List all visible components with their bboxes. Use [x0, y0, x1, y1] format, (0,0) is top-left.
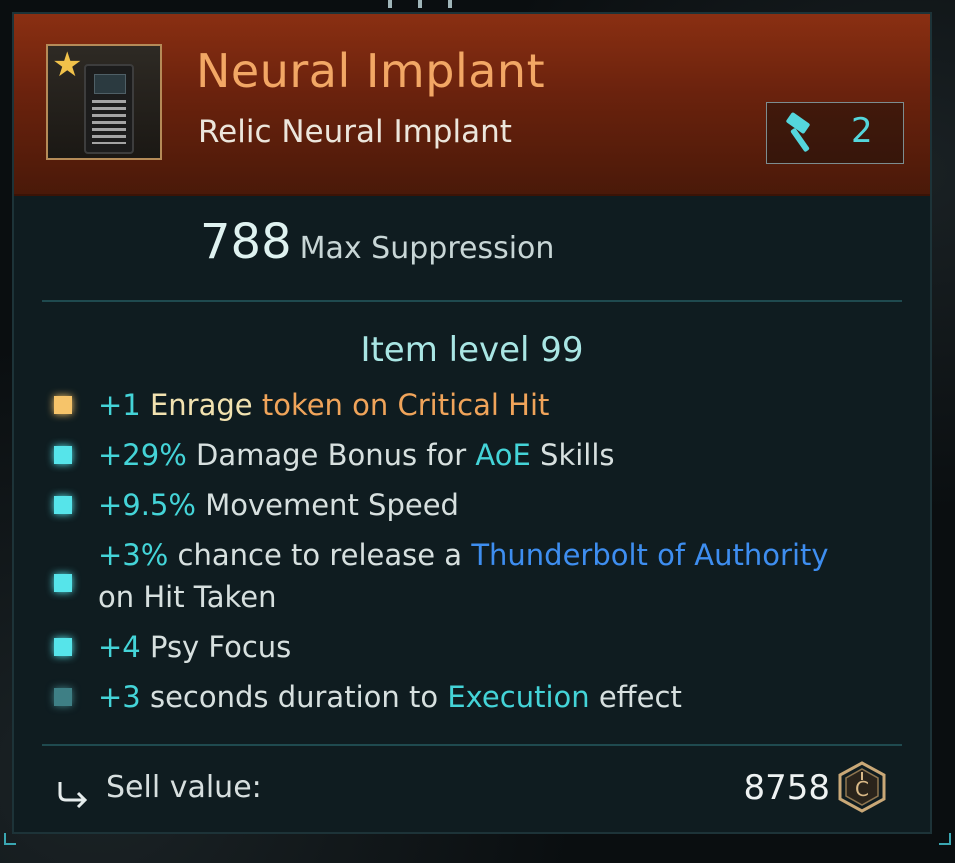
tooltip-header: ★ Neural Implant Relic Neural Implant 2	[14, 14, 930, 196]
neural-implant-icon	[84, 64, 134, 154]
affix-line: +3% chance to release a Thunderbolt of A…	[98, 538, 829, 572]
top-tick-mark	[448, 0, 452, 8]
item-icon-frame: ★	[46, 44, 162, 160]
sell-arrow-icon	[58, 782, 88, 808]
affix-line-continued: on Hit Taken	[98, 580, 277, 614]
affix-line: +29% Damage Bonus for AoE Skills	[98, 438, 615, 472]
primary-stat-value: 788	[200, 214, 292, 270]
affix-line: +3 seconds duration to Execution effect	[98, 680, 682, 714]
svg-text:C: C	[855, 777, 869, 801]
affix-bullet-icon	[54, 638, 72, 656]
sell-value: 8758	[743, 768, 830, 808]
affix-line: +4 Psy Focus	[98, 630, 292, 664]
top-tick-mark	[418, 0, 422, 8]
item-subtitle: Relic Neural Implant	[198, 114, 512, 150]
sell-value-label: Sell value:	[106, 770, 262, 805]
primary-stat-label: Max Suppression	[299, 231, 555, 266]
affix-line: +9.5% Movement Speed	[98, 488, 459, 522]
affix-bullet-icon	[54, 496, 72, 514]
top-tick-mark	[388, 0, 392, 8]
affix-line: +1 Enrage token on Critical Hit	[98, 388, 550, 422]
corner-bracket	[939, 833, 951, 845]
star-icon: ★	[52, 45, 83, 85]
tier-badge: 2	[766, 102, 904, 164]
hammer-icon	[786, 112, 810, 152]
item-level: Item level 99	[360, 330, 584, 370]
item-name: Neural Implant	[196, 44, 546, 98]
credit-coin-icon: C	[838, 761, 886, 813]
primary-stat: 788 Max Suppression	[200, 214, 554, 278]
item-tooltip: ★ Neural Implant Relic Neural Implant 2 …	[12, 12, 932, 834]
divider	[42, 744, 902, 746]
affix-bullet-icon	[54, 446, 72, 464]
divider	[42, 300, 902, 302]
tier-value: 2	[851, 111, 873, 151]
affix-bullet-icon	[54, 688, 72, 706]
affix-bullet-icon	[54, 396, 72, 414]
affix-bullet-icon	[54, 574, 72, 592]
corner-bracket	[4, 833, 16, 845]
